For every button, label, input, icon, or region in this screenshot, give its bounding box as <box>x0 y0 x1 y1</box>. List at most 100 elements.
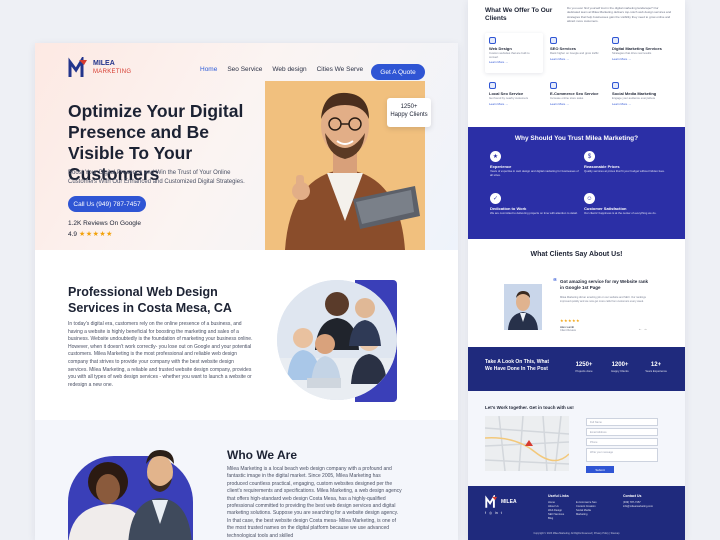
submit-button[interactable]: Submit <box>586 466 614 473</box>
trust-item: ✓ Dedication to Work We are committed to… <box>490 193 580 216</box>
team-photo <box>277 280 397 400</box>
service-card[interactable]: SEO Services Rank higher on Google and g… <box>546 33 604 73</box>
contact-us-title: Contact Us <box>623 494 642 498</box>
get-quote-button[interactable]: Get A Quote <box>371 64 425 80</box>
who-we-are-title: Who We Are <box>227 448 298 462</box>
digital-marketing-icon <box>612 37 619 44</box>
phone-field[interactable]: Phone <box>586 438 658 446</box>
contact-section: Let's Work together. Get in touch with u… <box>468 391 685 486</box>
footer-link[interactable]: Marketing <box>576 513 597 517</box>
top-nav: MILEA MARKETING Home Seo Service Web des… <box>35 53 458 80</box>
reviews-count: 1.2K Reviews On Google <box>68 220 141 227</box>
instagram-icon[interactable]: ◎ <box>489 511 492 515</box>
service-card[interactable]: Web Design Custom websites that are buil… <box>485 33 543 73</box>
learn-more-link[interactable]: Learn More → <box>489 60 539 64</box>
learn-more-link[interactable]: Learn More → <box>489 102 539 106</box>
carousel-arrows[interactable]: ← → <box>638 326 647 331</box>
email-field[interactable]: Email Address <box>586 428 658 436</box>
stat: 12+ Years Experience <box>640 362 672 373</box>
learn-more-link[interactable]: Learn More → <box>612 102 670 106</box>
offer-text: Do you ever find yourself lost in the di… <box>567 6 672 24</box>
quote-text: Milea Marketing did an amazing job on ou… <box>560 296 646 303</box>
local-seo-icon <box>489 82 496 89</box>
testimonials-section: What Clients Say About Us! “ Got amazing… <box>468 239 685 347</box>
copyright: Copyright © 2023 Milea Marketing. All Ri… <box>533 532 620 535</box>
facebook-icon[interactable]: f <box>485 511 486 515</box>
service-card[interactable]: Social Media Marketing Engage your audie… <box>608 78 674 118</box>
service-desc: Custom websites that are built to conver… <box>489 51 530 59</box>
twitter-icon[interactable]: t <box>501 511 502 515</box>
trust-item: $ Reasonable Prices Quality services at … <box>584 151 674 174</box>
stat-label: Years Experience <box>645 369 667 373</box>
logo-line2: MARKETING <box>93 69 132 75</box>
service-desc: Rank higher on Google and grow traffic <box>550 51 599 55</box>
footer: MILEA f ◎ in t Useful Links Home About U… <box>468 486 685 540</box>
services-page-mockup: What We Offer To Our Clients Do you ever… <box>468 0 685 540</box>
quote-icon: “ <box>553 277 557 286</box>
footer-link[interactable]: Blog <box>548 517 564 521</box>
who-we-are-text: Milea Marketing is a local beach web des… <box>227 466 402 539</box>
service-desc: Get found by nearby customers <box>489 96 529 100</box>
location-map[interactable] <box>485 416 569 471</box>
rating-stars-icon: ★★★★★ <box>79 231 113 238</box>
name-field[interactable]: Full Name <box>586 418 658 426</box>
testimonials-title: What Clients Say About Us! <box>530 251 623 258</box>
dedication-icon: ✓ <box>490 193 501 204</box>
quote-title: Got amazing service for my Website rank … <box>560 279 648 290</box>
duo-photo <box>68 434 198 540</box>
logo-mark-icon <box>68 57 87 77</box>
nav-item-seo-service[interactable]: Seo Service <box>227 66 262 73</box>
logo[interactable]: MILEA MARKETING <box>68 57 131 79</box>
trust-desc: Quality services at prices that fit your… <box>584 169 665 173</box>
stat-label: Projects done <box>575 369 593 373</box>
social-media-icon <box>612 82 619 89</box>
stat-number: 1200+ <box>611 362 629 368</box>
contact-lines: (949) 787-7457 info@mileamarketing.com <box>623 501 653 509</box>
learn-more-link[interactable]: Learn More → <box>612 57 670 61</box>
nav-item-web-design[interactable]: Web design <box>272 66 306 73</box>
stat: 1250+ Projects done <box>568 362 600 373</box>
hero-subtitle: Boost Your Digital Presence and Win the … <box>68 170 245 185</box>
stat-number: 1250+ <box>575 362 593 368</box>
stat-label: Happy Clients <box>611 369 629 373</box>
message-field[interactable]: Write your message <box>586 448 658 462</box>
badge-number: 1250+ <box>400 104 418 110</box>
footer-logo-text: MILEA <box>501 499 517 505</box>
linkedin-icon[interactable]: in <box>495 511 498 515</box>
experience-icon: ★ <box>490 151 501 162</box>
trust-desc: We are committed to delivering projects … <box>490 211 578 215</box>
logo-line1: MILEA <box>93 60 115 67</box>
ecommerce-icon <box>550 82 557 89</box>
stats-title: Take A Look On This, What We Have Done I… <box>485 359 549 372</box>
offer-section: What We Offer To Our Clients Do you ever… <box>468 0 685 127</box>
satisfaction-icon: ☺ <box>584 193 595 204</box>
quote-stars-icon: ★★★★★ <box>560 318 580 323</box>
price-tag-icon: $ <box>584 151 595 162</box>
footer-email[interactable]: info@mileamarketing.com <box>623 505 653 509</box>
footer-logo[interactable]: MILEA <box>485 495 517 509</box>
web-design-icon <box>489 37 496 44</box>
service-desc: Engage your audience everywhere <box>612 96 656 100</box>
contact-title: Let's Work together. Get in touch with u… <box>485 405 574 410</box>
trust-desc: Years of expertise in web design and dig… <box>490 169 579 177</box>
nav-item-home[interactable]: Home <box>200 66 217 73</box>
service-card[interactable]: E-Commerce Seo Service Increase online s… <box>546 78 604 118</box>
homepage-mockup: MILEA MARKETING Home Seo Service Web des… <box>35 43 458 540</box>
trust-title: Why Should You Trust Milea Marketing? <box>514 135 639 142</box>
services-text: In today's digital era, customers rely o… <box>68 321 253 388</box>
service-card[interactable]: Local Seo Service Get found by nearby cu… <box>485 78 543 118</box>
trust-section: Why Should You Trust Milea Marketing? ★ … <box>468 127 685 239</box>
service-card[interactable]: Digital Marketing Services Strategies th… <box>608 33 674 73</box>
call-button[interactable]: Call Us (949) 787-7457 <box>68 196 146 212</box>
useful-links-title: Useful Links <box>548 494 569 498</box>
who-we-are-section: Who We Are Milea Marketing is a local be… <box>35 420 458 540</box>
trust-item: ☺ Customer Satisfaction Our clients' hap… <box>584 193 674 216</box>
offer-title: What We Offer To Our Clients <box>485 7 553 22</box>
learn-more-link[interactable]: Learn More → <box>550 57 600 61</box>
learn-more-link[interactable]: Learn More → <box>550 102 600 106</box>
nav-item-cities[interactable]: Cities We Serve <box>317 66 363 73</box>
stat-number: 12+ <box>650 362 662 368</box>
client-avatar <box>504 284 542 330</box>
client-role: Client Review <box>560 329 576 332</box>
service-desc: Increase online store sales <box>550 96 584 100</box>
